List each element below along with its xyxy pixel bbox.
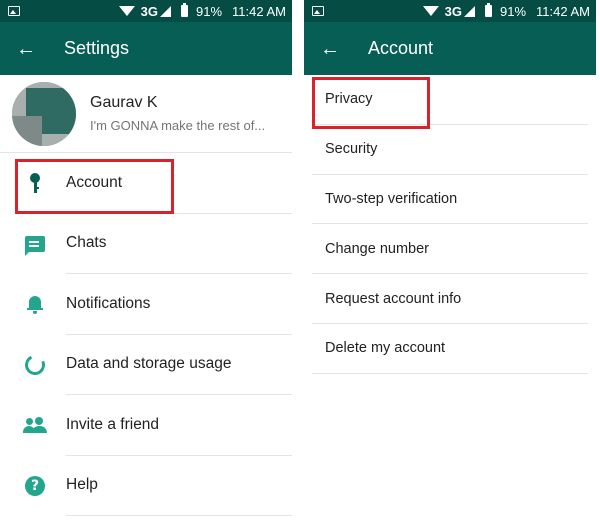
help-icon: ? bbox=[25, 475, 45, 496]
settings-item-help[interactable]: ? Help bbox=[0, 456, 292, 516]
page-title: Account bbox=[368, 38, 434, 58]
account-item-two-step[interactable]: Two-step verification bbox=[312, 175, 588, 225]
account-item-delete[interactable]: Delete my account bbox=[312, 324, 588, 374]
back-arrow-icon[interactable]: ← bbox=[320, 39, 368, 59]
signal-icon bbox=[464, 5, 475, 17]
app-bar: ← Account bbox=[304, 22, 596, 75]
account-item-label: Request account info bbox=[325, 290, 462, 307]
status-bar: 3G 91% 11:42 AM bbox=[304, 0, 596, 22]
clock: 11:42 AM bbox=[232, 3, 286, 19]
settings-item-data-storage[interactable]: Data and storage usage bbox=[0, 335, 292, 395]
battery-percent: 91% bbox=[500, 3, 527, 19]
network-type: 3G bbox=[140, 3, 158, 19]
settings-item-invite[interactable]: Invite a friend bbox=[0, 395, 292, 456]
settings-item-label: Invite a friend bbox=[66, 395, 292, 456]
settings-screen: 3G 91% 11:42 AM ← Settings Gaurav K I'm … bbox=[0, 0, 292, 528]
profile-status: I'm GONNA make the rest of... bbox=[90, 118, 266, 133]
battery-percent: 91% bbox=[196, 3, 223, 19]
bell-icon bbox=[27, 295, 43, 314]
account-highlight-box bbox=[15, 159, 174, 214]
account-item-change-number[interactable]: Change number bbox=[312, 224, 588, 275]
network-type: 3G bbox=[444, 3, 462, 19]
profile-row[interactable]: Gaurav K I'm GONNA make the rest of... bbox=[0, 75, 292, 153]
gallery-notification-icon bbox=[312, 6, 324, 16]
battery-icon bbox=[485, 3, 492, 17]
wifi-icon bbox=[118, 6, 135, 16]
settings-item-label: Help bbox=[66, 456, 292, 516]
page-title: Settings bbox=[64, 38, 130, 58]
settings-item-notifications[interactable]: Notifications bbox=[0, 274, 292, 335]
settings-item-label: Chats bbox=[66, 214, 292, 274]
data-usage-icon bbox=[22, 351, 48, 378]
avatar[interactable] bbox=[12, 81, 76, 146]
battery-icon bbox=[181, 3, 188, 17]
account-item-security[interactable]: Security bbox=[312, 125, 588, 175]
clock: 11:42 AM bbox=[536, 3, 590, 19]
profile-name: Gaurav K bbox=[90, 94, 158, 111]
account-item-label: Two-step verification bbox=[325, 190, 458, 207]
gallery-notification-icon bbox=[8, 6, 20, 16]
account-item-label: Delete my account bbox=[325, 340, 446, 357]
settings-item-chats[interactable]: Chats bbox=[0, 214, 292, 274]
chat-icon bbox=[25, 235, 45, 256]
screen-divider bbox=[292, 0, 304, 528]
back-arrow-icon[interactable]: ← bbox=[16, 39, 64, 59]
wifi-icon bbox=[422, 6, 439, 16]
app-bar: ← Settings bbox=[0, 22, 292, 75]
settings-item-label: Notifications bbox=[66, 274, 292, 335]
people-icon bbox=[23, 417, 47, 434]
signal-icon bbox=[160, 5, 171, 17]
account-item-label: Security bbox=[325, 141, 378, 158]
settings-item-label: Data and storage usage bbox=[66, 335, 292, 395]
account-screen: 3G 91% 11:42 AM ← Account Privacy Securi… bbox=[304, 0, 596, 528]
account-item-request-info[interactable]: Request account info bbox=[312, 274, 588, 324]
status-bar: 3G 91% 11:42 AM bbox=[0, 0, 292, 22]
account-item-label: Change number bbox=[325, 240, 429, 257]
privacy-highlight-box bbox=[312, 77, 430, 129]
